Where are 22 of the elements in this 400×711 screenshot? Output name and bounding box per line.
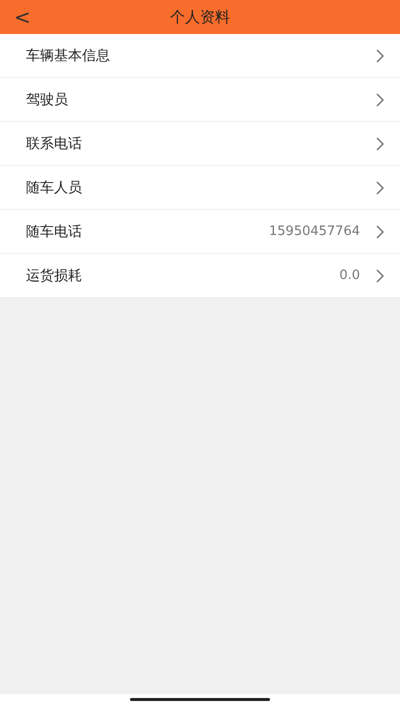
chevron-right-icon: [376, 48, 384, 62]
list-row[interactable]: 运货损耗 0.0: [0, 254, 400, 297]
list-row[interactable]: 驾驶员: [0, 78, 400, 121]
chevron-right-icon: [376, 224, 384, 238]
chevron-right-icon: [376, 92, 384, 106]
chevron-right-icon: [376, 136, 384, 150]
page-title: 个人资料: [170, 8, 230, 26]
back-button[interactable]: <: [10, 4, 35, 30]
chevron-right-icon: [376, 180, 384, 194]
list-row[interactable]: 随车人员: [0, 166, 400, 209]
list-row[interactable]: 随车电话 15950457764: [0, 210, 400, 253]
row-label: 驾驶员: [26, 90, 69, 108]
list-row[interactable]: 联系电话: [0, 122, 400, 165]
list-row[interactable]: 车辆基本信息: [0, 34, 400, 77]
chevron-right-icon: [376, 268, 384, 282]
row-value: 15950457764: [269, 224, 360, 239]
row-label: 随车人员: [26, 178, 83, 196]
row-label: 车辆基本信息: [26, 46, 111, 64]
row-label: 联系电话: [26, 134, 83, 152]
row-label: 随车电话: [26, 222, 83, 240]
row-label: 运货损耗: [26, 266, 83, 284]
row-value: 0.0: [339, 268, 360, 283]
